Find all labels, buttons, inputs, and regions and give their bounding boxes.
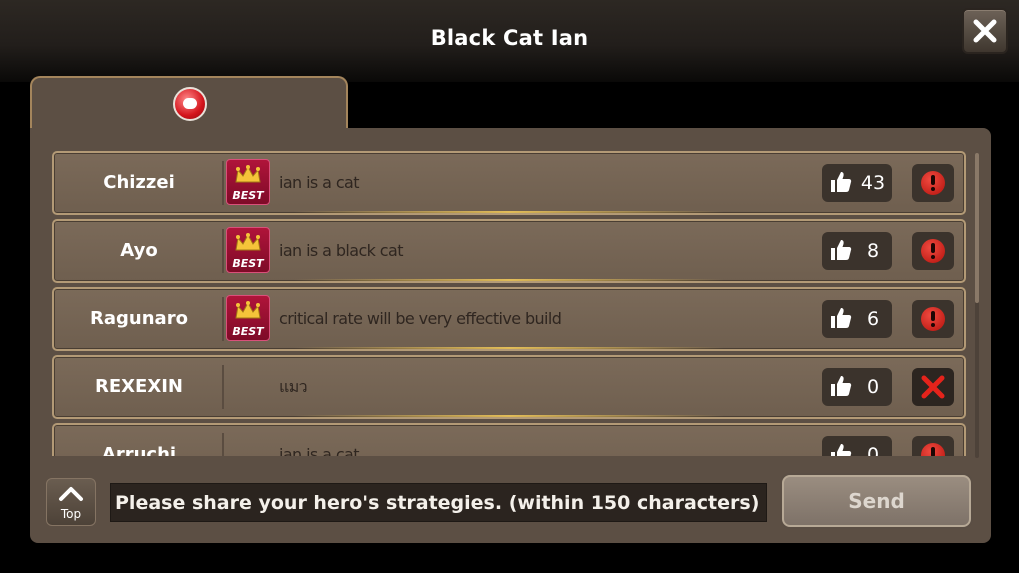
comment-text: ian is a cat [279, 173, 360, 192]
divider [222, 297, 224, 341]
comment-text: ian is a cat [279, 445, 360, 456]
report-button[interactable] [912, 232, 954, 270]
comment-row: Ragunaro BEST critical rate will be very… [52, 287, 966, 351]
best-badge: BEST [226, 295, 270, 341]
comment-text: ian is a black cat [279, 241, 403, 260]
thumbs-up-icon [831, 444, 852, 456]
comment-row: Arruchi ian is a cat 0 [52, 423, 966, 456]
report-button[interactable] [912, 436, 954, 456]
delete-button[interactable] [912, 368, 954, 406]
like-count: 8 [866, 240, 880, 262]
tab-comments[interactable] [30, 76, 348, 136]
divider [222, 161, 224, 205]
crown-icon [235, 165, 261, 183]
alert-icon [921, 239, 945, 263]
divider [222, 433, 224, 456]
comment-row: REXEXIN แมว 0 [52, 355, 966, 419]
speech-bubble-icon [173, 87, 207, 121]
close-icon [973, 19, 997, 43]
like-count: 0 [866, 444, 880, 456]
best-label: BEST [232, 189, 264, 202]
thumbs-up-icon [831, 376, 852, 396]
like-button[interactable]: 8 [822, 232, 892, 270]
like-button[interactable]: 0 [822, 368, 892, 406]
comment-input[interactable] [110, 483, 767, 522]
scrollbar-thumb[interactable] [975, 153, 979, 303]
close-button[interactable] [962, 8, 1008, 54]
comment-author: REXEXIN [95, 376, 183, 397]
comment-text: แมว [279, 377, 308, 396]
comment-author: Ragunaro [90, 308, 188, 329]
best-badge: BEST [226, 159, 270, 205]
best-label: BEST [232, 325, 264, 338]
thumbs-up-icon [831, 172, 852, 192]
alert-icon [921, 307, 945, 331]
thumbs-up-icon [831, 308, 852, 328]
delete-x-icon [921, 375, 945, 399]
like-button[interactable]: 0 [822, 436, 892, 456]
send-label: Send [848, 489, 905, 513]
like-count: 6 [866, 308, 880, 330]
report-button[interactable] [912, 300, 954, 338]
comment-author: Arruchi [101, 444, 177, 456]
like-button[interactable]: 6 [822, 300, 892, 338]
report-button[interactable] [912, 164, 954, 202]
alert-icon [921, 171, 945, 195]
send-button[interactable]: Send [782, 475, 971, 527]
comment-author: Ayo [120, 240, 158, 261]
page-title: Black Cat Ian [430, 26, 589, 50]
like-count: 0 [866, 376, 880, 398]
alert-icon [921, 443, 945, 456]
divider [222, 365, 224, 409]
like-count: 43 [860, 172, 886, 194]
like-button[interactable]: 43 [822, 164, 892, 202]
divider [222, 229, 224, 273]
comment-text: critical rate will be very effective bui… [279, 309, 562, 328]
chevron-up-icon [59, 487, 83, 501]
scroll-top-button[interactable]: Top [46, 478, 96, 526]
comment-row: Ayo BEST ian is a black cat 8 [52, 219, 966, 283]
comment-author: Chizzei [103, 172, 175, 193]
top-label: Top [60, 507, 82, 521]
crown-icon [235, 301, 261, 319]
crown-icon [235, 233, 261, 251]
thumbs-up-icon [831, 240, 852, 260]
best-label: BEST [232, 257, 264, 270]
best-badge: BEST [226, 227, 270, 273]
comment-list[interactable]: Chizzei BEST ian is a cat 43 Ayo BEST ia… [52, 151, 967, 456]
scrollbar[interactable] [975, 153, 979, 458]
comment-row: Chizzei BEST ian is a cat 43 [52, 151, 966, 215]
